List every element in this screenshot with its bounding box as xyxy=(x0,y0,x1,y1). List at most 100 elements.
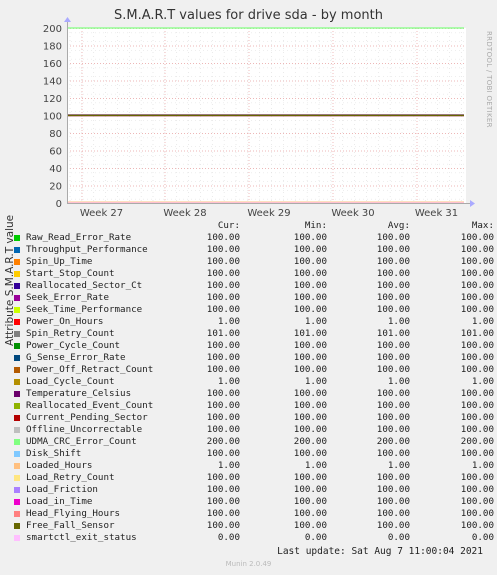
legend-max: 100.00 xyxy=(460,472,494,483)
legend-max: 101.00 xyxy=(460,328,494,339)
legend-avg: 100.00 xyxy=(376,472,410,483)
legend-series-name: Power_On_Hours xyxy=(26,316,104,327)
legend-avg: 100.00 xyxy=(376,304,410,315)
legend-avg: 101.00 xyxy=(376,328,410,339)
legend-row: Offline_Uncorrectable 100.00 100.00 100.00 1… xyxy=(12,424,494,436)
legend-row: Seek_Error_Rate 100.00 100.00 100.00 100.00 xyxy=(12,292,494,304)
legend-cur: 100.00 xyxy=(206,268,240,279)
legend-series-name: Load_Retry_Count xyxy=(26,472,115,483)
y-tick-label: 140 xyxy=(43,77,62,88)
legend-table: Cur: Min: Avg: Max: Raw_Read_Error_Rate 1… xyxy=(12,220,494,544)
legend-row: Reallocated_Event_Count 100.00 100.00 100.0… xyxy=(12,400,494,412)
x-axis-arrow xyxy=(470,200,475,207)
legend-cur: 100.00 xyxy=(206,448,240,459)
legend-header: Cur: Min: Avg: Max: xyxy=(12,220,494,232)
legend-avg: 100.00 xyxy=(376,256,410,267)
legend-max: 100.00 xyxy=(460,352,494,363)
x-tick-label: Week 30 xyxy=(331,208,374,219)
legend-min: 100.00 xyxy=(293,520,327,531)
legend-series-name: UDMA_CRC_Error_Count xyxy=(26,436,137,447)
legend-row: Power_On_Hours 1.00 1.00 1.00 1.00 xyxy=(12,316,494,328)
legend-max: 100.00 xyxy=(460,244,494,255)
legend-max: 100.00 xyxy=(460,520,494,531)
legend-swatch xyxy=(14,535,20,541)
legend-row: Reallocated_Sector_Ct 100.00 100.00 100.00 1… xyxy=(12,280,494,292)
legend-avg: 100.00 xyxy=(376,412,410,423)
legend-max: 100.00 xyxy=(460,292,494,303)
y-tick-label: 20 xyxy=(49,182,62,193)
legend-swatch xyxy=(14,283,20,289)
legend-min: 100.00 xyxy=(293,340,327,351)
legend-cur: 100.00 xyxy=(206,472,240,483)
legend-swatch xyxy=(14,259,20,265)
x-tick-label: Week 29 xyxy=(247,208,290,219)
legend-swatch xyxy=(14,439,20,445)
legend-min: 100.00 xyxy=(293,412,327,423)
legend-cur: 100.00 xyxy=(206,364,240,375)
legend-series-name: Seek_Error_Rate xyxy=(26,292,109,303)
legend-swatch xyxy=(14,367,20,373)
header-min: Min: xyxy=(304,220,327,231)
legend-cur: 100.00 xyxy=(206,256,240,267)
legend-series-name: Power_Off_Retract_Count xyxy=(26,364,154,375)
legend-avg: 100.00 xyxy=(376,484,410,495)
legend-series-name: Raw_Read_Error_Rate xyxy=(26,232,132,243)
legend-row: Free_Fall_Sensor 100.00 100.00 100.00 100.00 xyxy=(12,520,494,532)
legend-swatch xyxy=(14,463,20,469)
legend-min: 100.00 xyxy=(293,256,327,267)
legend-swatch xyxy=(14,343,20,349)
y-tick-label: 40 xyxy=(49,164,62,175)
legend-max: 100.00 xyxy=(460,412,494,423)
legend-cur: 200.00 xyxy=(206,436,240,447)
legend-avg: 100.00 xyxy=(376,244,410,255)
legend-swatch xyxy=(14,235,20,241)
legend-min: 100.00 xyxy=(293,484,327,495)
legend-avg: 1.00 xyxy=(387,460,410,471)
legend-row: Raw_Read_Error_Rate 100.00 100.00 100.00 100… xyxy=(12,232,494,244)
legend-avg: 100.00 xyxy=(376,508,410,519)
legend-series-name: Spin_Retry_Count xyxy=(26,328,115,339)
legend-series-name: Spin_Up_Time xyxy=(26,256,93,267)
legend-row: Loaded_Hours 1.00 1.00 1.00 1.00 xyxy=(12,460,494,472)
legend-series-name: Power_Cycle_Count xyxy=(26,340,121,351)
legend-series-name: Current_Pending_Sector xyxy=(26,412,148,423)
legend-swatch xyxy=(14,379,20,385)
legend-min: 100.00 xyxy=(293,268,327,279)
legend-swatch xyxy=(14,427,20,433)
legend-series-name: Disk_Shift xyxy=(26,448,82,459)
legend-min: 100.00 xyxy=(293,304,327,315)
legend-min: 100.00 xyxy=(293,424,327,435)
legend-swatch xyxy=(14,475,20,481)
legend-row: UDMA_CRC_Error_Count 200.00 200.00 200.00 20… xyxy=(12,436,494,448)
legend-avg: 100.00 xyxy=(376,520,410,531)
y-tick-label: 60 xyxy=(49,147,62,158)
x-tick-label: Week 27 xyxy=(80,208,123,219)
legend-avg: 1.00 xyxy=(387,376,410,387)
legend-series-name: Throughput_Performance xyxy=(26,244,148,255)
chart-plot: 0 20 40 60 80 100 120 140 160 180 200 Week 27 Week 2… xyxy=(43,17,475,219)
legend-cur: 100.00 xyxy=(206,232,240,243)
legend-row: Load_in_Time 100.00 100.00 100.00 100.00 xyxy=(12,496,494,508)
legend-min: 100.00 xyxy=(293,352,327,363)
legend-row: Spin_Up_Time 100.00 100.00 100.00 100.00 xyxy=(12,256,494,268)
legend-cur: 100.00 xyxy=(206,388,240,399)
legend-max: 100.00 xyxy=(460,364,494,375)
legend-swatch xyxy=(14,331,20,337)
legend-series-name: Load_in_Time xyxy=(26,496,93,507)
legend-cur: 100.00 xyxy=(206,304,240,315)
legend-row: Temperature_Celsius 100.00 100.00 100.00 100… xyxy=(12,388,494,400)
legend-row: Load_Cycle_Count 1.00 1.00 1.00 1.00 xyxy=(12,376,494,388)
legend-max: 0.00 xyxy=(471,532,494,543)
legend-series-name: Head_Flying_Hours xyxy=(26,508,121,519)
legend-cur: 100.00 xyxy=(206,292,240,303)
legend-avg: 100.00 xyxy=(376,400,410,411)
legend-avg: 100.00 xyxy=(376,268,410,279)
legend-series-name: G_Sense_Error_Rate xyxy=(26,352,126,363)
y-tick-label: 80 xyxy=(49,129,62,140)
legend-avg: 1.00 xyxy=(387,316,410,327)
legend-row: Spin_Retry_Count 101.00 101.00 101.00 101.00 xyxy=(12,328,494,340)
legend-max: 100.00 xyxy=(460,400,494,411)
legend-avg: 100.00 xyxy=(376,232,410,243)
legend-row: Disk_Shift 100.00 100.00 100.00 100.00 xyxy=(12,448,494,460)
legend-swatch xyxy=(14,319,20,325)
